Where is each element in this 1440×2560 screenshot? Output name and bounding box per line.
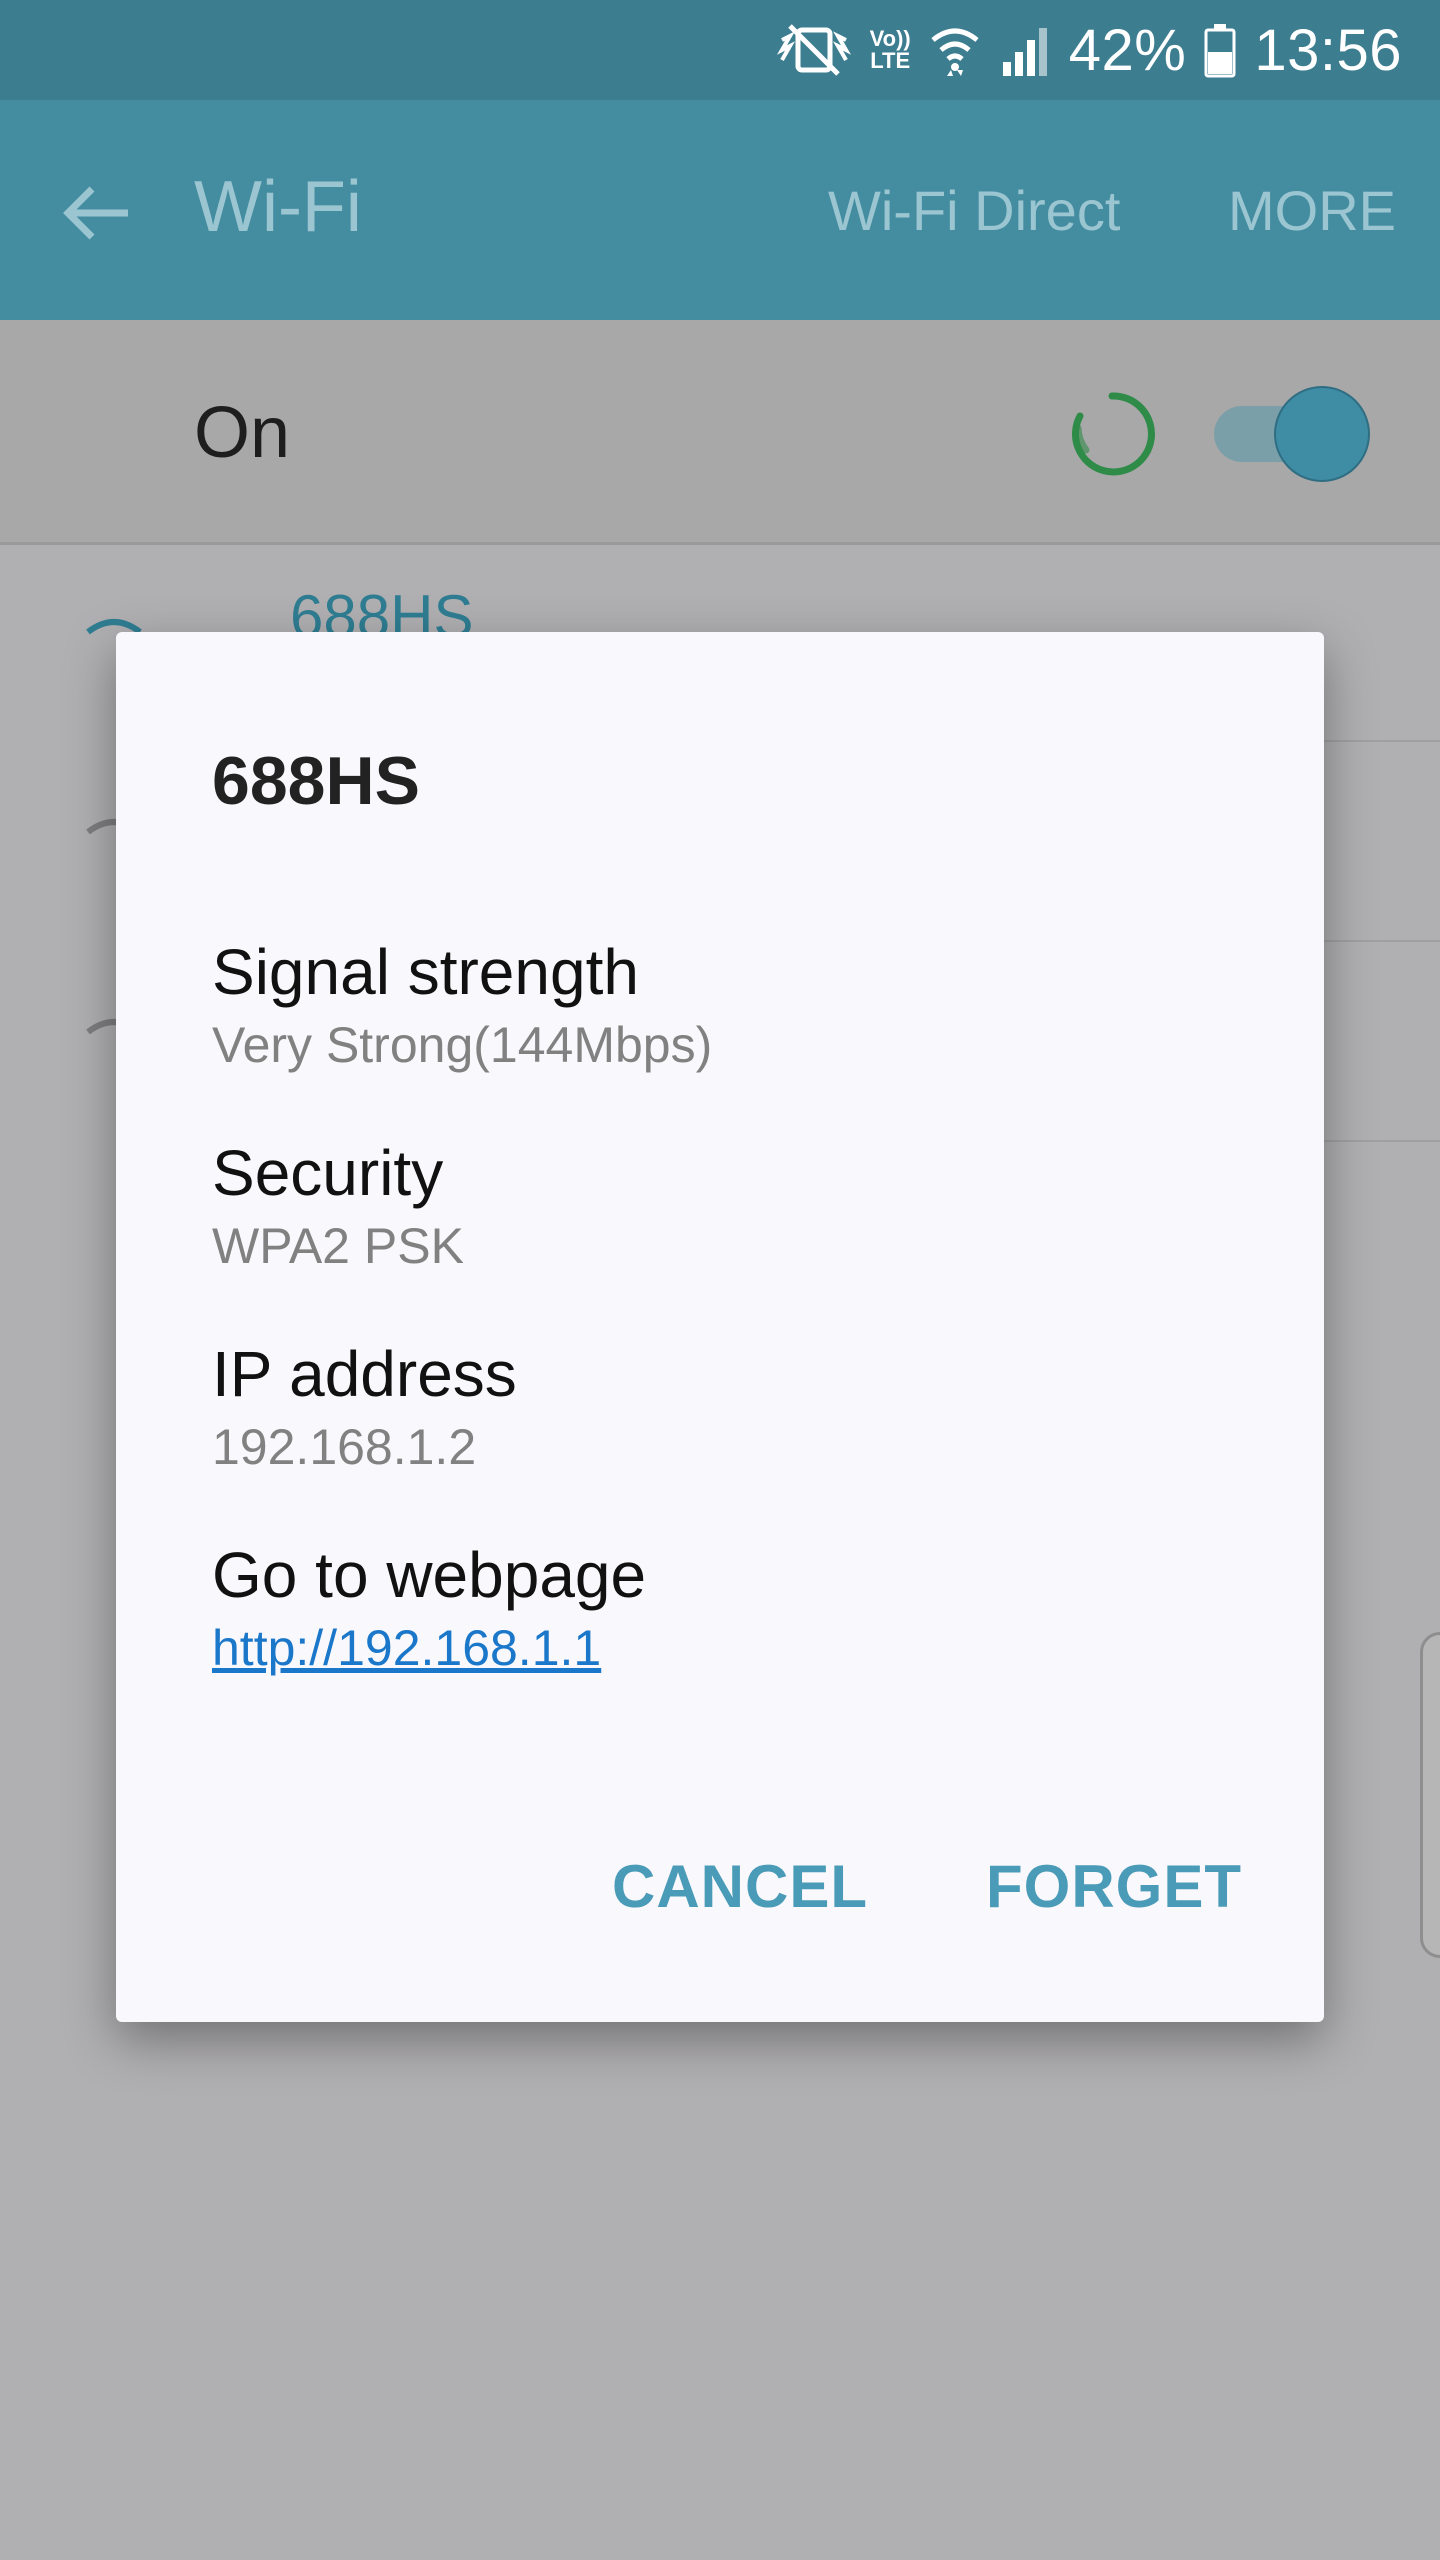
security-field: Security WPA2 PSK bbox=[212, 1135, 1212, 1277]
field-label: IP address bbox=[212, 1338, 517, 1410]
field-label: Go to webpage bbox=[212, 1539, 647, 1611]
field-label: Security bbox=[212, 1137, 444, 1209]
status-icons: Vo)) LTE 42% 13:56 bbox=[776, 0, 1402, 100]
volte-icon: Vo)) LTE bbox=[870, 28, 911, 72]
page-title: Wi-Fi bbox=[194, 167, 362, 247]
edge-panel-handle[interactable] bbox=[1420, 1632, 1440, 1958]
scanning-spinner-icon bbox=[1072, 392, 1155, 476]
field-value: 192.168.1.2 bbox=[212, 1419, 477, 1475]
app-bar: Wi-Fi Wi-Fi Direct MORE bbox=[0, 100, 1440, 320]
webpage-field: Go to webpage http://192.168.1.1 bbox=[212, 1537, 1212, 1679]
wifi-toggle-label: On bbox=[194, 393, 291, 473]
clock: 13:56 bbox=[1254, 17, 1402, 83]
back-arrow-icon bbox=[63, 186, 128, 240]
ip-address-field: IP address 192.168.1.2 bbox=[212, 1336, 1212, 1478]
router-webpage-link[interactable]: http://192.168.1.1 bbox=[212, 1617, 601, 1679]
field-value: Very Strong(144Mbps) bbox=[212, 1017, 713, 1073]
dialog-actions: CANCEL FORGET bbox=[612, 1852, 1242, 1921]
status-bar: Vo)) LTE 42% 13:56 bbox=[0, 0, 1440, 100]
volte-bottom-label: LTE bbox=[870, 48, 911, 73]
network-details-dialog: 688HS Signal strength Very Strong(144Mbp… bbox=[116, 632, 1324, 2022]
wifi-toggle-switch[interactable] bbox=[1214, 386, 1370, 482]
more-button[interactable]: MORE bbox=[1228, 178, 1396, 243]
field-value: WPA2 PSK bbox=[212, 1218, 464, 1274]
dialog-title: 688HS bbox=[212, 743, 420, 819]
battery-icon bbox=[1204, 22, 1236, 78]
toggle-knob bbox=[1274, 386, 1370, 482]
wifi-toggle-row[interactable]: On bbox=[0, 320, 1440, 545]
mute-vibrate-icon bbox=[776, 22, 852, 78]
wifi-signal-icon bbox=[929, 22, 981, 78]
signal-strength-field: Signal strength Very Strong(144Mbps) bbox=[212, 934, 1212, 1076]
field-label: Signal strength bbox=[212, 936, 639, 1008]
forget-button[interactable]: FORGET bbox=[986, 1852, 1242, 1921]
cancel-button[interactable]: CANCEL bbox=[612, 1852, 868, 1921]
back-button[interactable] bbox=[54, 170, 140, 256]
wifi-direct-button[interactable]: Wi-Fi Direct bbox=[828, 178, 1120, 243]
volte-top-label: Vo)) bbox=[869, 26, 911, 51]
battery-percentage: 42% bbox=[1068, 17, 1187, 83]
cell-signal-icon bbox=[999, 22, 1051, 78]
